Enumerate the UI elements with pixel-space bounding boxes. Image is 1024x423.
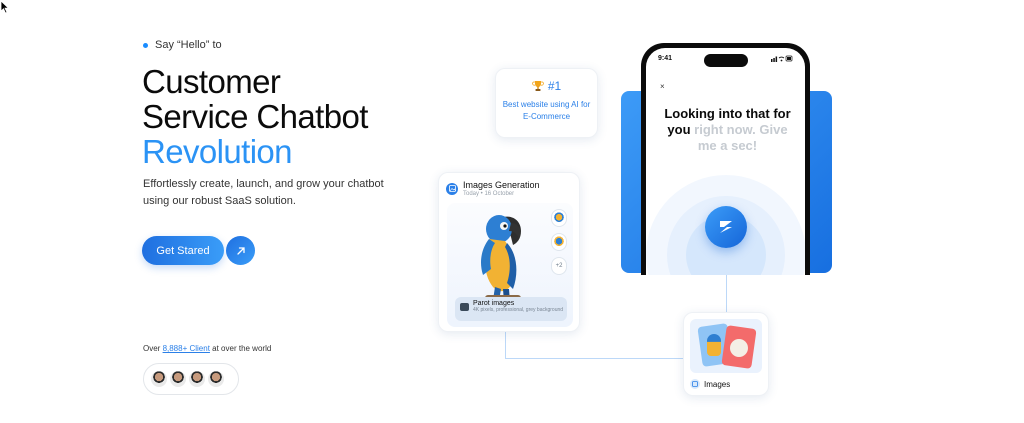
connector-line	[505, 332, 506, 359]
images-label-text: Images	[704, 379, 731, 389]
dynamic-island	[704, 54, 748, 67]
thumbnail-parrot[interactable]	[551, 233, 567, 251]
arrow-up-right-button[interactable]	[226, 236, 255, 265]
thumbnail-parrot[interactable]	[551, 209, 567, 227]
image-icon	[446, 182, 458, 195]
voice-ripples	[646, 175, 805, 275]
avatar	[168, 369, 188, 389]
clients-prefix: Over	[143, 344, 163, 353]
connector-line	[505, 358, 683, 359]
rank-row: #1	[502, 79, 591, 93]
cta-group: Get Stared	[142, 236, 255, 265]
eyebrow-text: Say “Hello” to	[155, 39, 222, 51]
headline-line-2: Service Chatbot	[142, 98, 368, 135]
card-header: Images Generation Today • 16 October	[446, 180, 572, 197]
generated-images-preview	[690, 319, 762, 373]
clients-text: Over 8,888+ Client at over the world	[143, 344, 271, 353]
clients-suffix: at over the world	[209, 344, 272, 353]
generated-images-label: Images	[690, 379, 762, 389]
rank-value: #1	[547, 79, 562, 93]
headline-accent: Revolution	[142, 133, 293, 170]
phone-mockup: 9:41 × Looking into that for you right n…	[641, 43, 810, 275]
image-icon	[690, 379, 700, 389]
images-generation-card: Images Generation Today • 16 October +2 …	[438, 172, 580, 332]
hero-eyebrow: Say “Hello” to	[143, 39, 222, 51]
get-started-button[interactable]: Get Stared	[142, 236, 224, 265]
brand-logo-icon[interactable]	[704, 206, 747, 248]
clients-link[interactable]: 8,888+ Client	[163, 344, 210, 353]
trophy-icon	[532, 81, 544, 91]
prompt-box: Parot images 4K pixels, professional, gr…	[455, 297, 567, 321]
generated-image-stage: +2 Parot images 4K pixels, professional,…	[447, 203, 573, 327]
bullet-dot-icon	[143, 42, 148, 48]
close-button[interactable]: ×	[660, 82, 665, 91]
signal-icon	[771, 55, 793, 62]
chat-message: Looking into that for you right now. Giv…	[658, 106, 797, 154]
connector-line	[726, 275, 727, 312]
status-time: 9:41	[658, 55, 673, 62]
prompt-title: Parot images	[473, 300, 515, 307]
headline-line-1: Customer	[142, 63, 281, 100]
phone-screen: 9:41 × Looking into that for you right n…	[646, 48, 805, 275]
client-avatars	[143, 363, 239, 395]
dog-figure	[730, 339, 748, 357]
hero-headline: Customer Service Chatbot Revolution	[142, 64, 368, 169]
mouse-cursor-icon	[0, 0, 10, 14]
rank-caption: Best website using AI for E-Commerce	[502, 100, 591, 121]
parrot-figure	[707, 334, 721, 356]
thumbnail-list: +2	[551, 209, 567, 275]
status-icons	[771, 55, 793, 67]
arrow-up-right-icon	[236, 246, 245, 255]
message-text-faded: right now. Give me a sec!	[690, 122, 788, 153]
card-title: Images Generation	[463, 180, 540, 190]
image-icon	[460, 303, 469, 311]
more-thumbnails[interactable]: +2	[551, 257, 567, 275]
card-meta: Today • 16 October	[463, 191, 515, 197]
avatar	[206, 369, 226, 389]
avatar	[187, 369, 207, 389]
hero-description: Effortlessly create, launch, and grow yo…	[143, 178, 384, 207]
rank-card: #1 Best website using AI for E-Commerce	[495, 68, 598, 138]
generated-images-card: Images	[683, 312, 769, 396]
avatar	[149, 369, 169, 389]
prompt-detail: 4K pixels, professional, grey background	[473, 307, 564, 313]
